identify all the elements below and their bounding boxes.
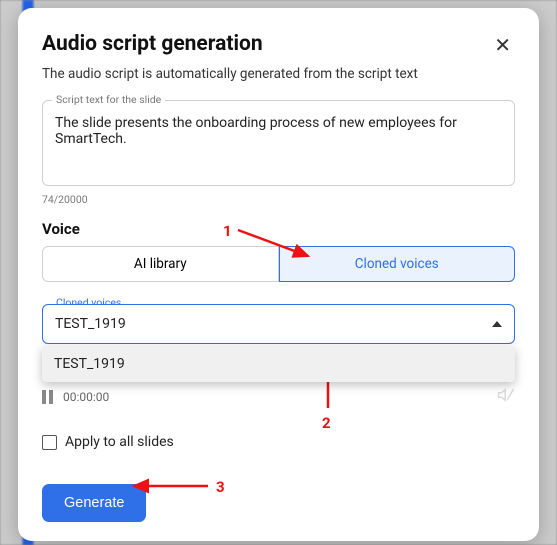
voice-heading: Voice xyxy=(42,220,515,238)
apply-all-checkbox[interactable] xyxy=(42,435,57,450)
volume-muted-icon[interactable] xyxy=(497,386,515,408)
script-text-label: Script text for the slide xyxy=(52,93,165,106)
voice-tabs: AI library Cloned voices xyxy=(42,246,515,282)
player-time: 00:00:00 xyxy=(63,390,109,404)
cloned-voice-dropdown: TEST_1919 xyxy=(42,346,515,382)
cloned-voice-select[interactable]: TEST_1919 xyxy=(42,304,515,344)
generate-button[interactable]: Generate xyxy=(42,484,146,522)
chevron-up-icon xyxy=(492,321,502,327)
cloned-voice-selected-value: TEST_1919 xyxy=(55,316,126,332)
script-text-input[interactable] xyxy=(42,100,515,186)
audio-script-modal: Audio script generation ✕ The audio scri… xyxy=(18,8,539,541)
dropdown-option[interactable]: TEST_1919 xyxy=(42,346,515,382)
tab-cloned-voices[interactable]: Cloned voices xyxy=(279,246,516,282)
close-icon: ✕ xyxy=(494,35,511,57)
modal-title: Audio script generation xyxy=(42,32,263,56)
close-button[interactable]: ✕ xyxy=(490,32,515,60)
apply-all-label: Apply to all slides xyxy=(65,434,174,450)
tab-ai-library[interactable]: AI library xyxy=(42,246,279,282)
audio-player: 00:00:00 xyxy=(42,386,515,408)
pause-icon[interactable] xyxy=(42,390,53,404)
script-text-field: Script text for the slide xyxy=(42,100,515,190)
modal-header: Audio script generation ✕ xyxy=(42,32,515,60)
apply-all-row: Apply to all slides xyxy=(42,434,515,450)
annotation-3: 3 xyxy=(216,478,225,496)
modal-subtitle: The audio script is automatically genera… xyxy=(42,66,515,82)
char-counter: 74/20000 xyxy=(42,193,515,206)
annotation-2: 2 xyxy=(322,414,331,432)
cloned-voice-select-wrap: Cloned voices TEST_1919 TEST_1919 xyxy=(42,304,515,344)
